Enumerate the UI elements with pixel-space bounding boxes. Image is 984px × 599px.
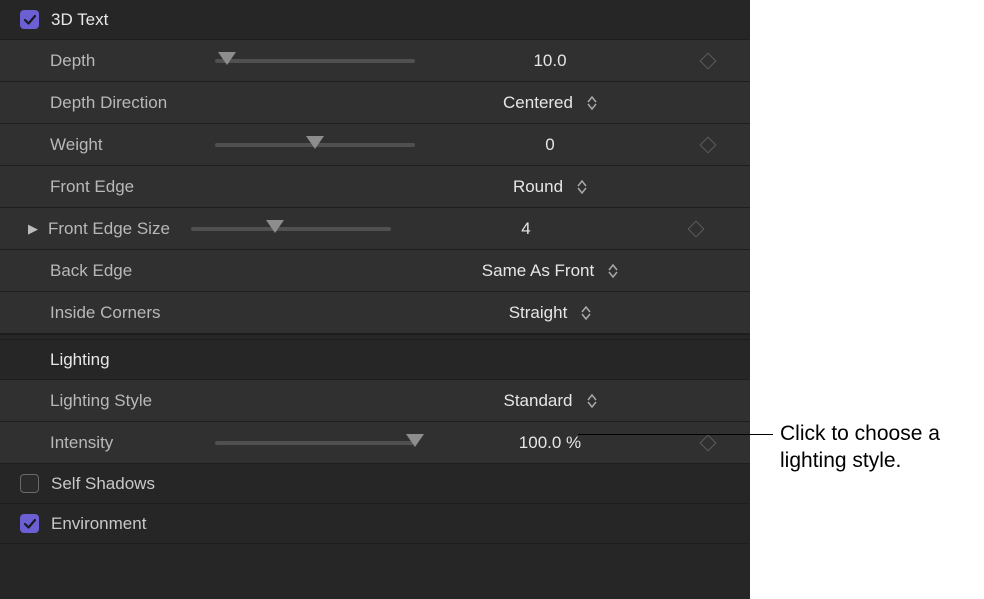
row-inside-corners: Inside Corners Straight bbox=[0, 292, 750, 334]
label-self-shadows: Self Shadows bbox=[51, 474, 155, 494]
callout-text: Click to choose a lighting style. bbox=[780, 420, 980, 475]
popup-lighting-style-value: Standard bbox=[504, 391, 573, 411]
popup-inside-corners-value: Straight bbox=[509, 303, 568, 323]
keyframe-front-edge-size[interactable] bbox=[687, 220, 704, 237]
popup-back-edge-value: Same As Front bbox=[482, 261, 594, 281]
row-depth-direction: Depth Direction Centered bbox=[0, 82, 750, 124]
popup-depth-direction[interactable]: Centered bbox=[503, 93, 597, 113]
updown-icon bbox=[587, 96, 597, 110]
popup-inside-corners[interactable]: Straight bbox=[509, 303, 592, 323]
section-3d-text-title: 3D Text bbox=[51, 10, 108, 30]
row-depth: Depth 10.0 bbox=[0, 40, 750, 82]
row-weight: Weight 0 bbox=[0, 124, 750, 166]
popup-depth-direction-value: Centered bbox=[503, 93, 573, 113]
label-depth: Depth bbox=[50, 51, 215, 71]
checkbox-environment[interactable] bbox=[20, 514, 39, 533]
slider-front-edge-size[interactable] bbox=[191, 227, 391, 231]
updown-icon bbox=[581, 306, 591, 320]
row-back-edge: Back Edge Same As Front bbox=[0, 250, 750, 292]
row-intensity: Intensity 100.0 % bbox=[0, 422, 750, 464]
label-lighting-style: Lighting Style bbox=[50, 391, 215, 411]
slider-depth[interactable] bbox=[215, 59, 415, 63]
checkmark-icon bbox=[23, 13, 37, 27]
slider-weight[interactable] bbox=[215, 143, 415, 147]
keyframe-weight[interactable] bbox=[699, 136, 716, 153]
label-back-edge: Back Edge bbox=[50, 261, 215, 281]
section-lighting-title: Lighting bbox=[50, 350, 110, 370]
label-front-edge: Front Edge bbox=[50, 177, 215, 197]
slider-thumb-weight[interactable] bbox=[306, 136, 324, 149]
label-environment: Environment bbox=[51, 514, 146, 534]
disclosure-front-edge-size[interactable]: ▶ bbox=[28, 221, 48, 237]
checkbox-self-shadows[interactable] bbox=[20, 474, 39, 493]
value-weight[interactable]: 0 bbox=[435, 135, 665, 155]
label-intensity: Intensity bbox=[50, 433, 215, 453]
row-environment: Environment bbox=[0, 504, 750, 544]
value-depth[interactable]: 10.0 bbox=[435, 51, 665, 71]
label-front-edge-size: Front Edge Size bbox=[48, 219, 191, 239]
label-depth-direction: Depth Direction bbox=[50, 93, 215, 113]
value-intensity[interactable]: 100.0 % bbox=[435, 433, 665, 453]
inspector-panel: 3D Text Depth 10.0 Depth Direction Cente… bbox=[0, 0, 750, 599]
slider-thumb-intensity[interactable] bbox=[406, 434, 424, 447]
slider-intensity[interactable] bbox=[215, 441, 415, 445]
updown-icon bbox=[587, 394, 597, 408]
value-front-edge-size[interactable]: 4 bbox=[411, 219, 641, 239]
section-3d-text-header: 3D Text bbox=[0, 0, 750, 40]
popup-lighting-style[interactable]: Standard bbox=[504, 391, 597, 411]
slider-thumb-depth[interactable] bbox=[218, 52, 236, 65]
row-front-edge: Front Edge Round bbox=[0, 166, 750, 208]
updown-icon bbox=[608, 264, 618, 278]
checkbox-3d-text[interactable] bbox=[20, 10, 39, 29]
keyframe-depth[interactable] bbox=[699, 52, 716, 69]
checkmark-icon bbox=[23, 517, 37, 531]
popup-front-edge-value: Round bbox=[513, 177, 563, 197]
popup-front-edge[interactable]: Round bbox=[513, 177, 587, 197]
popup-back-edge[interactable]: Same As Front bbox=[482, 261, 618, 281]
slider-thumb-front-edge-size[interactable] bbox=[266, 220, 284, 233]
row-self-shadows: Self Shadows bbox=[0, 464, 750, 504]
label-inside-corners: Inside Corners bbox=[50, 303, 215, 323]
callout-line bbox=[578, 434, 773, 435]
row-front-edge-size: ▶ Front Edge Size 4 bbox=[0, 208, 750, 250]
label-weight: Weight bbox=[50, 135, 215, 155]
updown-icon bbox=[577, 180, 587, 194]
row-lighting-style: Lighting Style Standard bbox=[0, 380, 750, 422]
keyframe-intensity[interactable] bbox=[699, 434, 716, 451]
section-lighting-header: Lighting bbox=[0, 340, 750, 380]
